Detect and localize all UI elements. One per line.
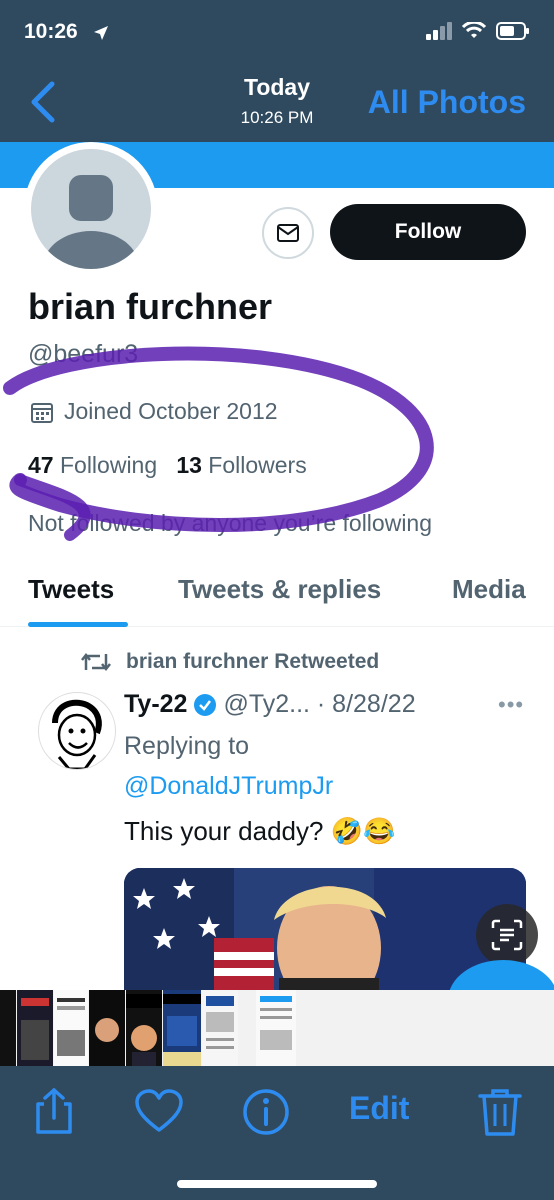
thumbnail[interactable] (17, 990, 53, 1066)
not-followed-note: Not followed by anyone you’re following (28, 510, 433, 536)
following-label: Following (59, 452, 158, 478)
home-indicator[interactable] (177, 1180, 377, 1188)
tab-media[interactable]: Media (452, 574, 526, 605)
more-options-icon[interactable]: ••• (498, 692, 524, 718)
tab-tweets[interactable]: Tweets (28, 574, 114, 605)
tab-tweets-replies[interactable]: Tweets & replies (178, 574, 381, 605)
tweet-author-avatar[interactable] (38, 692, 116, 770)
profile-tabs: Tweets Tweets & replies Media (0, 570, 554, 627)
live-text-icon (491, 919, 523, 951)
trash-icon[interactable] (474, 1086, 526, 1138)
followers-label: Followers (208, 452, 307, 478)
share-icon[interactable] (28, 1086, 80, 1138)
message-button[interactable] (262, 207, 314, 259)
thumbnail[interactable] (202, 990, 238, 1066)
battery-icon (496, 22, 529, 40)
retweet-icon (81, 652, 111, 672)
followers-count: 13 (176, 452, 202, 478)
favorite-heart-icon[interactable] (133, 1086, 185, 1138)
joined-text: Joined October 2012 (64, 398, 278, 424)
thumbnail[interactable] (256, 990, 296, 1066)
thumb-art (260, 996, 292, 1050)
live-text-button[interactable] (476, 904, 538, 966)
thumb-art (95, 1018, 119, 1042)
thumb-art (21, 998, 49, 1060)
status-time: 10:26 (24, 20, 78, 43)
thumbnail[interactable] (163, 990, 201, 1066)
tweet-meta: @Ty2... · 8/28/22 (223, 690, 416, 718)
following-link[interactable]: 47 Following (28, 452, 157, 478)
tweet-header: Ty-22 @Ty2... · 8/28/22 (124, 690, 416, 719)
signal-icon (426, 22, 452, 40)
info-icon[interactable] (240, 1086, 292, 1138)
profile-handle: @beefur3 (28, 340, 139, 368)
thumbnail[interactable] (0, 990, 16, 1066)
thumbnail[interactable] (89, 990, 125, 1066)
joined-date: Joined October 2012 (30, 398, 278, 425)
verified-badge-icon (194, 693, 217, 716)
retweeted-by: brian furchner Retweeted (126, 650, 380, 673)
thumbnail[interactable] (126, 990, 162, 1066)
thumbnail[interactable] (54, 990, 88, 1066)
profile-avatar[interactable] (24, 142, 158, 276)
follow-counts: 47 Following 13 Followers (28, 452, 307, 479)
tweet-author-name[interactable]: Ty-22 (124, 690, 187, 719)
profile-name: brian furchner (28, 286, 273, 327)
wifi-icon (462, 22, 486, 38)
location-arrow-icon (94, 26, 108, 40)
replying-to-link[interactable]: @DonaldJTrumpJr (124, 772, 333, 801)
calendar-icon (31, 402, 53, 423)
all-photos-button[interactable]: All Photos (368, 84, 526, 121)
followers-link[interactable]: 13 Followers (176, 452, 306, 478)
replying-label: Replying to (124, 732, 250, 760)
edit-button[interactable]: Edit (349, 1090, 409, 1127)
follow-button[interactable]: Follow (330, 204, 526, 260)
following-count: 47 (28, 452, 54, 478)
cartoon-face-avatar (52, 699, 102, 769)
thumb-art (163, 994, 201, 1066)
default-avatar-silhouette (31, 149, 151, 269)
thumb-art (126, 994, 162, 1066)
envelope-icon (277, 224, 299, 242)
status-indicators (426, 22, 530, 40)
thumb-art (206, 996, 234, 1049)
active-tab-indicator (28, 622, 128, 627)
retweet-context: brian furchner Retweeted (80, 650, 379, 674)
thumb-art (57, 998, 85, 1056)
tweet-text: This your daddy? 🤣😂 (124, 816, 396, 846)
